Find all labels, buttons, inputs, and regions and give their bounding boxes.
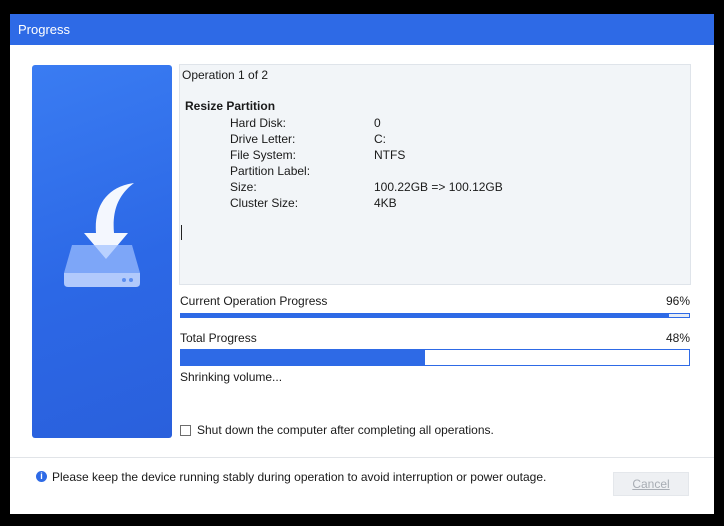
property-key: File System: xyxy=(230,148,297,162)
shutdown-option[interactable]: Shut down the computer after completing … xyxy=(180,423,494,437)
property-key: Partition Label: xyxy=(230,164,311,178)
property-value: 100.22GB => 100.12GB xyxy=(374,180,503,194)
property-key: Hard Disk: xyxy=(230,116,287,130)
total-progress-fill xyxy=(181,350,425,365)
current-progress-percent: 96% xyxy=(665,294,690,308)
property-key: Cluster Size: xyxy=(230,196,299,210)
shutdown-label: Shut down the computer after completing … xyxy=(197,423,494,437)
total-progress-percent: 48% xyxy=(665,331,690,345)
operation-count: Operation 1 of 2 xyxy=(182,68,269,82)
property-key: Drive Letter: xyxy=(230,132,296,146)
status-text: Shrinking volume... xyxy=(180,370,283,384)
dialog-title: Progress xyxy=(10,14,714,45)
property-value: NTFS xyxy=(374,148,406,162)
drive-download-icon xyxy=(64,183,140,287)
current-progress-bar xyxy=(180,313,690,318)
progress-dialog: Progress Operation 1 of 2 Resize Partiti… xyxy=(10,14,714,514)
property-value: C: xyxy=(374,132,386,146)
total-progress-bar xyxy=(180,349,690,366)
property-value: 0 xyxy=(374,116,381,130)
current-progress-fill xyxy=(181,314,669,317)
text-caret xyxy=(181,225,182,240)
operation-name: Resize Partition xyxy=(185,99,276,113)
current-progress-label: Current Operation Progress xyxy=(180,294,328,308)
footer-divider xyxy=(10,457,714,458)
footer-note: Please keep the device running stably du… xyxy=(52,470,547,484)
total-progress-label: Total Progress xyxy=(180,331,257,345)
info-icon: i xyxy=(36,471,47,482)
shutdown-checkbox[interactable] xyxy=(180,424,191,436)
property-value: 4KB xyxy=(374,196,397,210)
property-key: Size: xyxy=(230,180,257,194)
cancel-button[interactable]: Cancel xyxy=(613,472,689,496)
operation-details: Operation 1 of 2 Resize Partition Hard D… xyxy=(179,64,691,285)
illustration-panel xyxy=(32,65,172,438)
